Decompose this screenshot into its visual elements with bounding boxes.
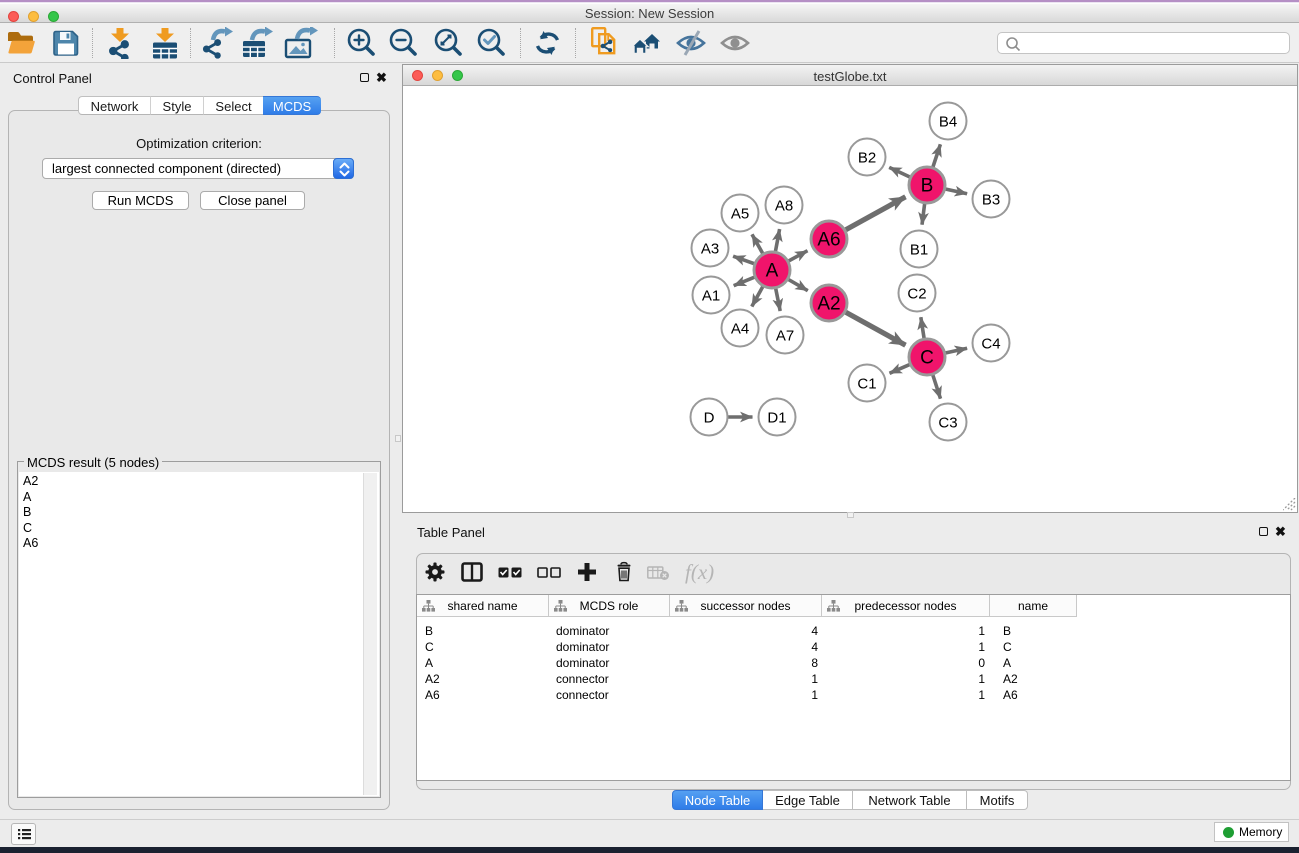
svg-text:B: B bbox=[921, 176, 934, 197]
svg-text:C1: C1 bbox=[857, 376, 876, 393]
svg-text:A: A bbox=[766, 261, 779, 282]
svg-text:A4: A4 bbox=[731, 321, 749, 338]
svg-text:C4: C4 bbox=[981, 336, 1000, 353]
svg-text:B2: B2 bbox=[858, 150, 876, 167]
svg-text:B1: B1 bbox=[910, 242, 928, 259]
svg-text:B4: B4 bbox=[939, 114, 957, 131]
svg-text:C2: C2 bbox=[907, 286, 926, 303]
svg-text:D1: D1 bbox=[767, 410, 786, 427]
svg-text:B3: B3 bbox=[982, 192, 1000, 209]
svg-text:A7: A7 bbox=[776, 328, 794, 345]
svg-text:A1: A1 bbox=[702, 288, 720, 305]
svg-text:A3: A3 bbox=[701, 241, 719, 258]
svg-text:C: C bbox=[920, 348, 934, 369]
svg-text:A6: A6 bbox=[817, 230, 840, 251]
svg-text:A8: A8 bbox=[775, 198, 793, 215]
svg-text:A2: A2 bbox=[817, 294, 840, 315]
svg-text:D: D bbox=[704, 410, 715, 427]
svg-text:C3: C3 bbox=[938, 415, 957, 432]
svg-text:A5: A5 bbox=[731, 206, 749, 223]
